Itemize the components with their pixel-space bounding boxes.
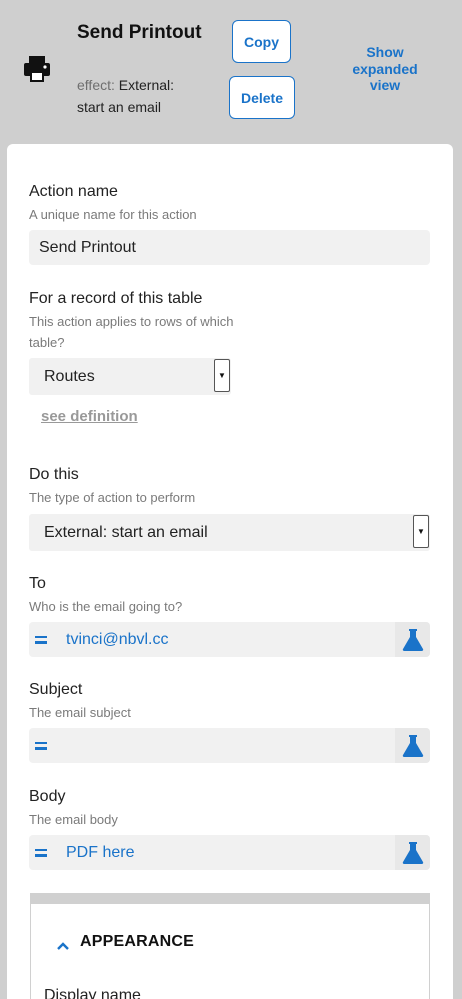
to-expression-input[interactable]: tvinci@nbvl.cc	[29, 622, 430, 657]
flask-icon[interactable]	[395, 622, 430, 657]
table-select-value: Routes	[44, 368, 95, 385]
flask-icon[interactable]	[395, 835, 430, 870]
display-name-label: Display name	[44, 987, 141, 999]
action-title: Send Printout	[77, 22, 202, 43]
chevron-up-icon[interactable]	[57, 941, 69, 951]
table-label: For a record of this table	[29, 290, 203, 307]
copy-button[interactable]: Copy	[232, 20, 291, 63]
printer-icon	[24, 56, 50, 82]
appearance-section-title[interactable]: APPEARANCE	[80, 933, 194, 951]
body-expression-value: PDF here	[66, 844, 135, 861]
action-form-card	[7, 144, 453, 999]
action-type-select[interactable]: External: start an email ▼	[29, 514, 430, 551]
body-label: Body	[29, 788, 66, 805]
action-name-help: A unique name for this action	[29, 207, 197, 222]
action-type-select-value: External: start an email	[44, 524, 208, 541]
table-select[interactable]: Routes ▼	[29, 358, 231, 395]
action-name-label: Action name	[29, 183, 118, 200]
action-editor-page: Send Printout effect: External: start an…	[0, 0, 462, 999]
delete-button[interactable]: Delete	[229, 76, 295, 119]
subject-label: Subject	[29, 681, 83, 698]
select-arrow-icon[interactable]: ▼	[413, 515, 429, 548]
equals-icon	[35, 622, 49, 657]
flask-icon[interactable]	[395, 728, 430, 763]
action-effect: effect: External: start an email	[77, 74, 197, 118]
body-expression-input[interactable]: PDF here	[29, 835, 430, 870]
body-help: The email body	[29, 812, 118, 827]
appearance-section: APPEARANCE Display name	[30, 893, 430, 999]
subject-expression-input[interactable]	[29, 728, 430, 763]
do-this-label: Do this	[29, 466, 79, 483]
equals-icon	[35, 728, 49, 763]
equals-icon	[35, 835, 49, 870]
subject-help: The email subject	[29, 705, 131, 720]
action-name-input[interactable]: Send Printout	[29, 230, 430, 265]
to-expression-value: tvinci@nbvl.cc	[66, 631, 169, 648]
action-header: Send Printout effect: External: start an…	[0, 0, 462, 144]
see-definition-link[interactable]: see definition	[41, 408, 138, 425]
table-help: This action applies to rows of which tab…	[29, 314, 234, 350]
show-expanded-view-link[interactable]: Show expanded view	[350, 44, 420, 94]
to-help: Who is the email going to?	[29, 599, 183, 614]
to-label: To	[29, 575, 46, 592]
do-this-help: The type of action to perform	[29, 490, 196, 505]
effect-label: effect:	[77, 77, 115, 93]
select-arrow-icon[interactable]: ▼	[214, 359, 230, 392]
